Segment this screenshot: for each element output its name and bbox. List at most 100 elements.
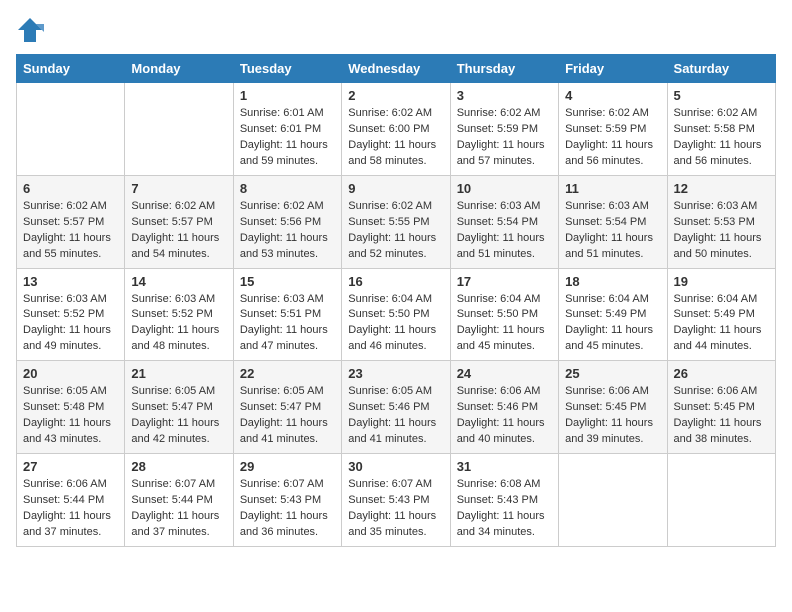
calendar-cell: 20 Sunrise: 6:05 AM Sunset: 5:48 PM Dayli…: [17, 361, 125, 454]
cell-content: Sunrise: 6:07 AM Sunset: 5:43 PM Dayligh…: [240, 477, 335, 541]
cell-content: Sunrise: 6:02 AM Sunset: 5:57 PM Dayligh…: [131, 199, 226, 263]
day-number: 15: [240, 274, 335, 289]
cell-content: Sunrise: 6:04 AM Sunset: 5:50 PM Dayligh…: [348, 292, 443, 356]
cell-content: Sunrise: 6:04 AM Sunset: 5:49 PM Dayligh…: [674, 292, 769, 356]
weekday-header-thursday: Thursday: [450, 55, 558, 83]
calendar-cell: 30Sunrise: 6:07 AM Sunset: 5:43 PM Dayli…: [342, 454, 450, 547]
cell-content: Sunrise: 6:03 AM Sunset: 5:52 PM Dayligh…: [23, 292, 118, 356]
day-number: 20: [23, 366, 118, 381]
day-number: 2: [348, 88, 443, 103]
weekday-header-tuesday: Tuesday: [233, 55, 341, 83]
day-number: 24: [457, 366, 552, 381]
calendar-cell: 31 Sunrise: 6:08 AM Sunset: 5:43 PM Dayli…: [450, 454, 558, 547]
logo: [16, 16, 48, 44]
weekday-header-monday: Monday: [125, 55, 233, 83]
cell-content: Sunrise: 6:04 AM Sunset: 5:49 PM Dayligh…: [565, 292, 660, 356]
calendar-cell: 2Sunrise: 6:02 AM Sunset: 6:00 PM Daylig…: [342, 83, 450, 176]
day-number: 14: [131, 274, 226, 289]
calendar-cell: 16 Sunrise: 6:04 AM Sunset: 5:50 PM Dayli…: [342, 268, 450, 361]
cell-content: Sunrise: 6:02 AM Sunset: 5:57 PM Dayligh…: [23, 199, 118, 263]
calendar-cell: 27 Sunrise: 6:06 AM Sunset: 5:44 PM Dayli…: [17, 454, 125, 547]
calendar-cell: [667, 454, 775, 547]
calendar-cell: 7 Sunrise: 6:02 AM Sunset: 5:57 PM Daylig…: [125, 175, 233, 268]
cell-content: Sunrise: 6:08 AM Sunset: 5:43 PM Dayligh…: [457, 477, 552, 541]
weekday-header-friday: Friday: [559, 55, 667, 83]
calendar-cell: 24 Sunrise: 6:06 AM Sunset: 5:46 PM Dayli…: [450, 361, 558, 454]
day-number: 13: [23, 274, 118, 289]
calendar-week-2: 6 Sunrise: 6:02 AM Sunset: 5:57 PM Daylig…: [17, 175, 776, 268]
day-number: 9: [348, 181, 443, 196]
calendar-cell: 28Sunrise: 6:07 AM Sunset: 5:44 PM Dayli…: [125, 454, 233, 547]
cell-content: Sunrise: 6:01 AM Sunset: 6:01 PM Dayligh…: [240, 106, 335, 170]
cell-content: Sunrise: 6:03 AM Sunset: 5:52 PM Dayligh…: [131, 292, 226, 356]
calendar-body: 1Sunrise: 6:01 AM Sunset: 6:01 PM Daylig…: [17, 83, 776, 547]
calendar-cell: 25 Sunrise: 6:06 AM Sunset: 5:45 PM Dayli…: [559, 361, 667, 454]
calendar-week-5: 27 Sunrise: 6:06 AM Sunset: 5:44 PM Dayli…: [17, 454, 776, 547]
calendar-cell: 23 Sunrise: 6:05 AM Sunset: 5:46 PM Dayli…: [342, 361, 450, 454]
day-number: 25: [565, 366, 660, 381]
day-number: 16: [348, 274, 443, 289]
calendar-cell: 14 Sunrise: 6:03 AM Sunset: 5:52 PM Dayli…: [125, 268, 233, 361]
logo-icon: [16, 16, 44, 44]
calendar-cell: 12 Sunrise: 6:03 AM Sunset: 5:53 PM Dayli…: [667, 175, 775, 268]
cell-content: Sunrise: 6:05 AM Sunset: 5:47 PM Dayligh…: [240, 384, 335, 448]
day-number: 19: [674, 274, 769, 289]
cell-content: Sunrise: 6:03 AM Sunset: 5:51 PM Dayligh…: [240, 292, 335, 356]
calendar-cell: 9 Sunrise: 6:02 AM Sunset: 5:55 PM Daylig…: [342, 175, 450, 268]
day-number: 12: [674, 181, 769, 196]
day-number: 3: [457, 88, 552, 103]
cell-content: Sunrise: 6:02 AM Sunset: 5:56 PM Dayligh…: [240, 199, 335, 263]
day-number: 23: [348, 366, 443, 381]
cell-content: Sunrise: 6:02 AM Sunset: 5:55 PM Dayligh…: [348, 199, 443, 263]
cell-content: Sunrise: 6:02 AM Sunset: 5:59 PM Dayligh…: [565, 106, 660, 170]
cell-content: Sunrise: 6:05 AM Sunset: 5:48 PM Dayligh…: [23, 384, 118, 448]
calendar-cell: 11 Sunrise: 6:03 AM Sunset: 5:54 PM Dayli…: [559, 175, 667, 268]
cell-content: Sunrise: 6:03 AM Sunset: 5:53 PM Dayligh…: [674, 199, 769, 263]
calendar-cell: 26 Sunrise: 6:06 AM Sunset: 5:45 PM Dayli…: [667, 361, 775, 454]
calendar-cell: 3 Sunrise: 6:02 AM Sunset: 5:59 PM Daylig…: [450, 83, 558, 176]
calendar-cell: [559, 454, 667, 547]
cell-content: Sunrise: 6:07 AM Sunset: 5:44 PM Dayligh…: [131, 477, 226, 541]
calendar-cell: [125, 83, 233, 176]
calendar-cell: 4Sunrise: 6:02 AM Sunset: 5:59 PM Daylig…: [559, 83, 667, 176]
day-number: 29: [240, 459, 335, 474]
day-number: 7: [131, 181, 226, 196]
cell-content: Sunrise: 6:04 AM Sunset: 5:50 PM Dayligh…: [457, 292, 552, 356]
calendar-cell: 6 Sunrise: 6:02 AM Sunset: 5:57 PM Daylig…: [17, 175, 125, 268]
day-number: 21: [131, 366, 226, 381]
calendar-cell: 10Sunrise: 6:03 AM Sunset: 5:54 PM Dayli…: [450, 175, 558, 268]
day-number: 26: [674, 366, 769, 381]
day-number: 31: [457, 459, 552, 474]
cell-content: Sunrise: 6:06 AM Sunset: 5:46 PM Dayligh…: [457, 384, 552, 448]
cell-content: Sunrise: 6:05 AM Sunset: 5:46 PM Dayligh…: [348, 384, 443, 448]
cell-content: Sunrise: 6:05 AM Sunset: 5:47 PM Dayligh…: [131, 384, 226, 448]
calendar-cell: 29 Sunrise: 6:07 AM Sunset: 5:43 PM Dayli…: [233, 454, 341, 547]
calendar-header: SundayMondayTuesdayWednesdayThursdayFrid…: [17, 55, 776, 83]
calendar-cell: 13 Sunrise: 6:03 AM Sunset: 5:52 PM Dayli…: [17, 268, 125, 361]
cell-content: Sunrise: 6:02 AM Sunset: 5:59 PM Dayligh…: [457, 106, 552, 170]
day-number: 27: [23, 459, 118, 474]
calendar-cell: 19 Sunrise: 6:04 AM Sunset: 5:49 PM Dayli…: [667, 268, 775, 361]
calendar-cell: 1Sunrise: 6:01 AM Sunset: 6:01 PM Daylig…: [233, 83, 341, 176]
calendar-cell: 17 Sunrise: 6:04 AM Sunset: 5:50 PM Dayli…: [450, 268, 558, 361]
cell-content: Sunrise: 6:06 AM Sunset: 5:44 PM Dayligh…: [23, 477, 118, 541]
day-number: 11: [565, 181, 660, 196]
page-header: [16, 16, 776, 44]
cell-content: Sunrise: 6:07 AM Sunset: 5:43 PM Dayligh…: [348, 477, 443, 541]
calendar-week-4: 20 Sunrise: 6:05 AM Sunset: 5:48 PM Dayli…: [17, 361, 776, 454]
cell-content: Sunrise: 6:06 AM Sunset: 5:45 PM Dayligh…: [565, 384, 660, 448]
cell-content: Sunrise: 6:06 AM Sunset: 5:45 PM Dayligh…: [674, 384, 769, 448]
calendar-cell: 15 Sunrise: 6:03 AM Sunset: 5:51 PM Dayli…: [233, 268, 341, 361]
calendar-week-3: 13 Sunrise: 6:03 AM Sunset: 5:52 PM Dayli…: [17, 268, 776, 361]
day-number: 17: [457, 274, 552, 289]
calendar-cell: 22Sunrise: 6:05 AM Sunset: 5:47 PM Dayli…: [233, 361, 341, 454]
calendar-table: SundayMondayTuesdayWednesdayThursdayFrid…: [16, 54, 776, 547]
calendar-cell: [17, 83, 125, 176]
cell-content: Sunrise: 6:02 AM Sunset: 5:58 PM Dayligh…: [674, 106, 769, 170]
day-number: 18: [565, 274, 660, 289]
weekday-header-sunday: Sunday: [17, 55, 125, 83]
calendar-cell: 21 Sunrise: 6:05 AM Sunset: 5:47 PM Dayli…: [125, 361, 233, 454]
cell-content: Sunrise: 6:03 AM Sunset: 5:54 PM Dayligh…: [565, 199, 660, 263]
calendar-week-1: 1Sunrise: 6:01 AM Sunset: 6:01 PM Daylig…: [17, 83, 776, 176]
day-number: 6: [23, 181, 118, 196]
